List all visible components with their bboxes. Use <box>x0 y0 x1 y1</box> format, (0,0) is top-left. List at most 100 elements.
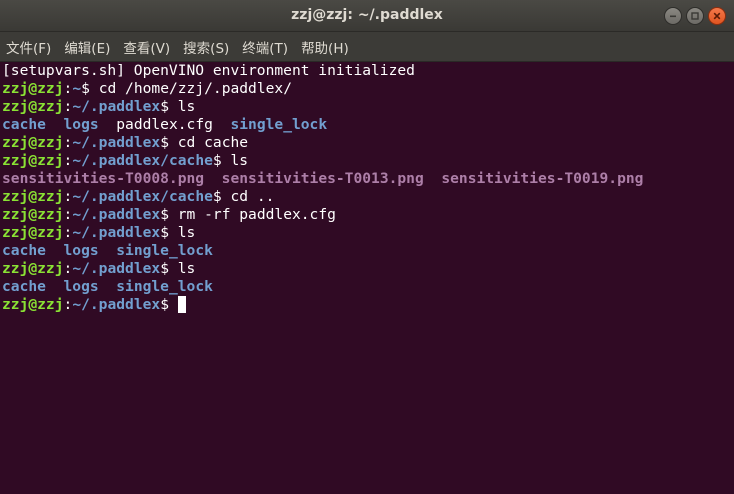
prompt-line: zzj@zzj:~$ cd /home/zzj/.paddlex/ <box>2 80 726 98</box>
close-button[interactable] <box>708 7 726 25</box>
prompt-path: ~ <box>72 80 82 97</box>
maximize-button[interactable] <box>686 7 704 25</box>
directory-entry: logs <box>63 116 99 133</box>
title-bar[interactable]: zzj@zzj: ~/.paddlex <box>0 0 734 32</box>
command-text: cd /home/zzj/.paddlex/ <box>98 80 292 97</box>
output-line: sensitivities-T0008.png sensitivities-T0… <box>2 170 726 188</box>
prompt-separator: : <box>63 152 73 169</box>
prompt-path: ~/.paddlex/cache <box>72 152 213 169</box>
prompt-separator: : <box>63 224 73 241</box>
prompt-symbol: $ <box>160 206 178 223</box>
text-cursor <box>177 296 186 313</box>
image-file-entry: sensitivities-T0013.png <box>221 170 424 187</box>
prompt-user: zzj@zzj <box>2 152 64 169</box>
command-text: cd .. <box>230 188 275 205</box>
output-text: paddlex.cfg <box>116 116 213 133</box>
directory-entry: single_lock <box>116 278 213 295</box>
prompt-line: zzj@zzj:~/.paddlex$ <box>2 296 726 314</box>
prompt-separator: : <box>63 80 73 97</box>
prompt-path: ~/.paddlex <box>72 260 161 277</box>
command-text: ls <box>177 260 196 277</box>
prompt-user: zzj@zzj <box>2 80 64 97</box>
prompt-path: ~/.paddlex <box>72 98 161 115</box>
prompt-separator: : <box>63 206 73 223</box>
window-title: zzj@zzj: ~/.paddlex <box>291 7 443 23</box>
prompt-user: zzj@zzj <box>2 296 64 313</box>
scrollbar[interactable] <box>726 62 734 494</box>
prompt-user: zzj@zzj <box>2 206 64 223</box>
menu-view[interactable]: 查看(V) <box>123 37 170 57</box>
prompt-symbol: $ <box>81 80 99 97</box>
output-line: cache logs single_lock <box>2 242 726 260</box>
command-text: rm -rf paddlex.cfg <box>177 206 336 223</box>
command-text: ls <box>177 98 196 115</box>
prompt-line: zzj@zzj:~/.paddlex$ rm -rf paddlex.cfg <box>2 206 726 224</box>
prompt-separator: : <box>63 296 73 313</box>
prompt-symbol: $ <box>160 134 178 151</box>
prompt-path: ~/.paddlex/cache <box>72 188 213 205</box>
minimize-icon <box>670 15 676 18</box>
prompt-path: ~/.paddlex <box>72 134 161 151</box>
image-file-entry: sensitivities-T0019.png <box>441 170 644 187</box>
prompt-separator: : <box>63 260 73 277</box>
prompt-separator: : <box>63 134 73 151</box>
maximize-icon <box>691 12 699 20</box>
prompt-path: ~/.paddlex <box>72 224 161 241</box>
menu-help[interactable]: 帮助(H) <box>301 37 349 57</box>
menu-terminal[interactable]: 终端(T) <box>242 37 288 57</box>
menu-edit[interactable]: 编辑(E) <box>64 37 110 57</box>
prompt-separator: : <box>63 188 73 205</box>
close-icon <box>713 12 721 20</box>
directory-entry: logs <box>63 278 99 295</box>
prompt-user: zzj@zzj <box>2 188 64 205</box>
terminal-output[interactable]: [setupvars.sh] OpenVINO environment init… <box>0 62 726 494</box>
prompt-line: zzj@zzj:~/.paddlex/cache$ ls <box>2 152 726 170</box>
prompt-user: zzj@zzj <box>2 260 64 277</box>
prompt-symbol: $ <box>160 224 178 241</box>
minimize-button[interactable] <box>664 7 682 25</box>
prompt-symbol: $ <box>160 260 178 277</box>
prompt-path: ~/.paddlex <box>72 296 161 313</box>
prompt-separator: : <box>63 98 73 115</box>
output-text: [setupvars.sh] OpenVINO environment init… <box>2 62 415 79</box>
prompt-line: zzj@zzj:~/.paddlex$ cd cache <box>2 134 726 152</box>
command-text: ls <box>177 224 196 241</box>
directory-entry: single_lock <box>230 116 328 133</box>
menu-bar: 文件(F) 编辑(E) 查看(V) 搜索(S) 终端(T) 帮助(H) <box>0 32 734 62</box>
prompt-user: zzj@zzj <box>2 98 64 115</box>
window-controls <box>664 7 726 25</box>
prompt-symbol: $ <box>160 296 178 313</box>
directory-entry: logs <box>63 242 99 259</box>
command-text: cd cache <box>177 134 249 151</box>
directory-entry: cache <box>2 116 46 133</box>
directory-entry: cache <box>2 278 46 295</box>
output-line: [setupvars.sh] OpenVINO environment init… <box>2 62 726 80</box>
terminal-window: zzj@zzj: ~/.paddlex 文件(F) 编辑(E) 查看(V) 搜索… <box>0 0 734 494</box>
directory-entry: single_lock <box>116 242 213 259</box>
prompt-symbol: $ <box>212 152 231 169</box>
prompt-symbol: $ <box>212 188 231 205</box>
prompt-line: zzj@zzj:~/.paddlex$ ls <box>2 224 726 242</box>
menu-search[interactable]: 搜索(S) <box>183 37 229 57</box>
prompt-user: zzj@zzj <box>2 224 64 241</box>
menu-file[interactable]: 文件(F) <box>6 37 51 57</box>
prompt-path: ~/.paddlex <box>72 206 161 223</box>
prompt-line: zzj@zzj:~/.paddlex$ ls <box>2 98 726 116</box>
prompt-symbol: $ <box>160 98 178 115</box>
command-text: ls <box>230 152 249 169</box>
prompt-user: zzj@zzj <box>2 134 64 151</box>
output-line: cache logs single_lock <box>2 278 726 296</box>
prompt-line: zzj@zzj:~/.paddlex/cache$ cd .. <box>2 188 726 206</box>
output-line: cache logs paddlex.cfg single_lock <box>2 116 726 134</box>
prompt-line: zzj@zzj:~/.paddlex$ ls <box>2 260 726 278</box>
directory-entry: cache <box>2 242 46 259</box>
